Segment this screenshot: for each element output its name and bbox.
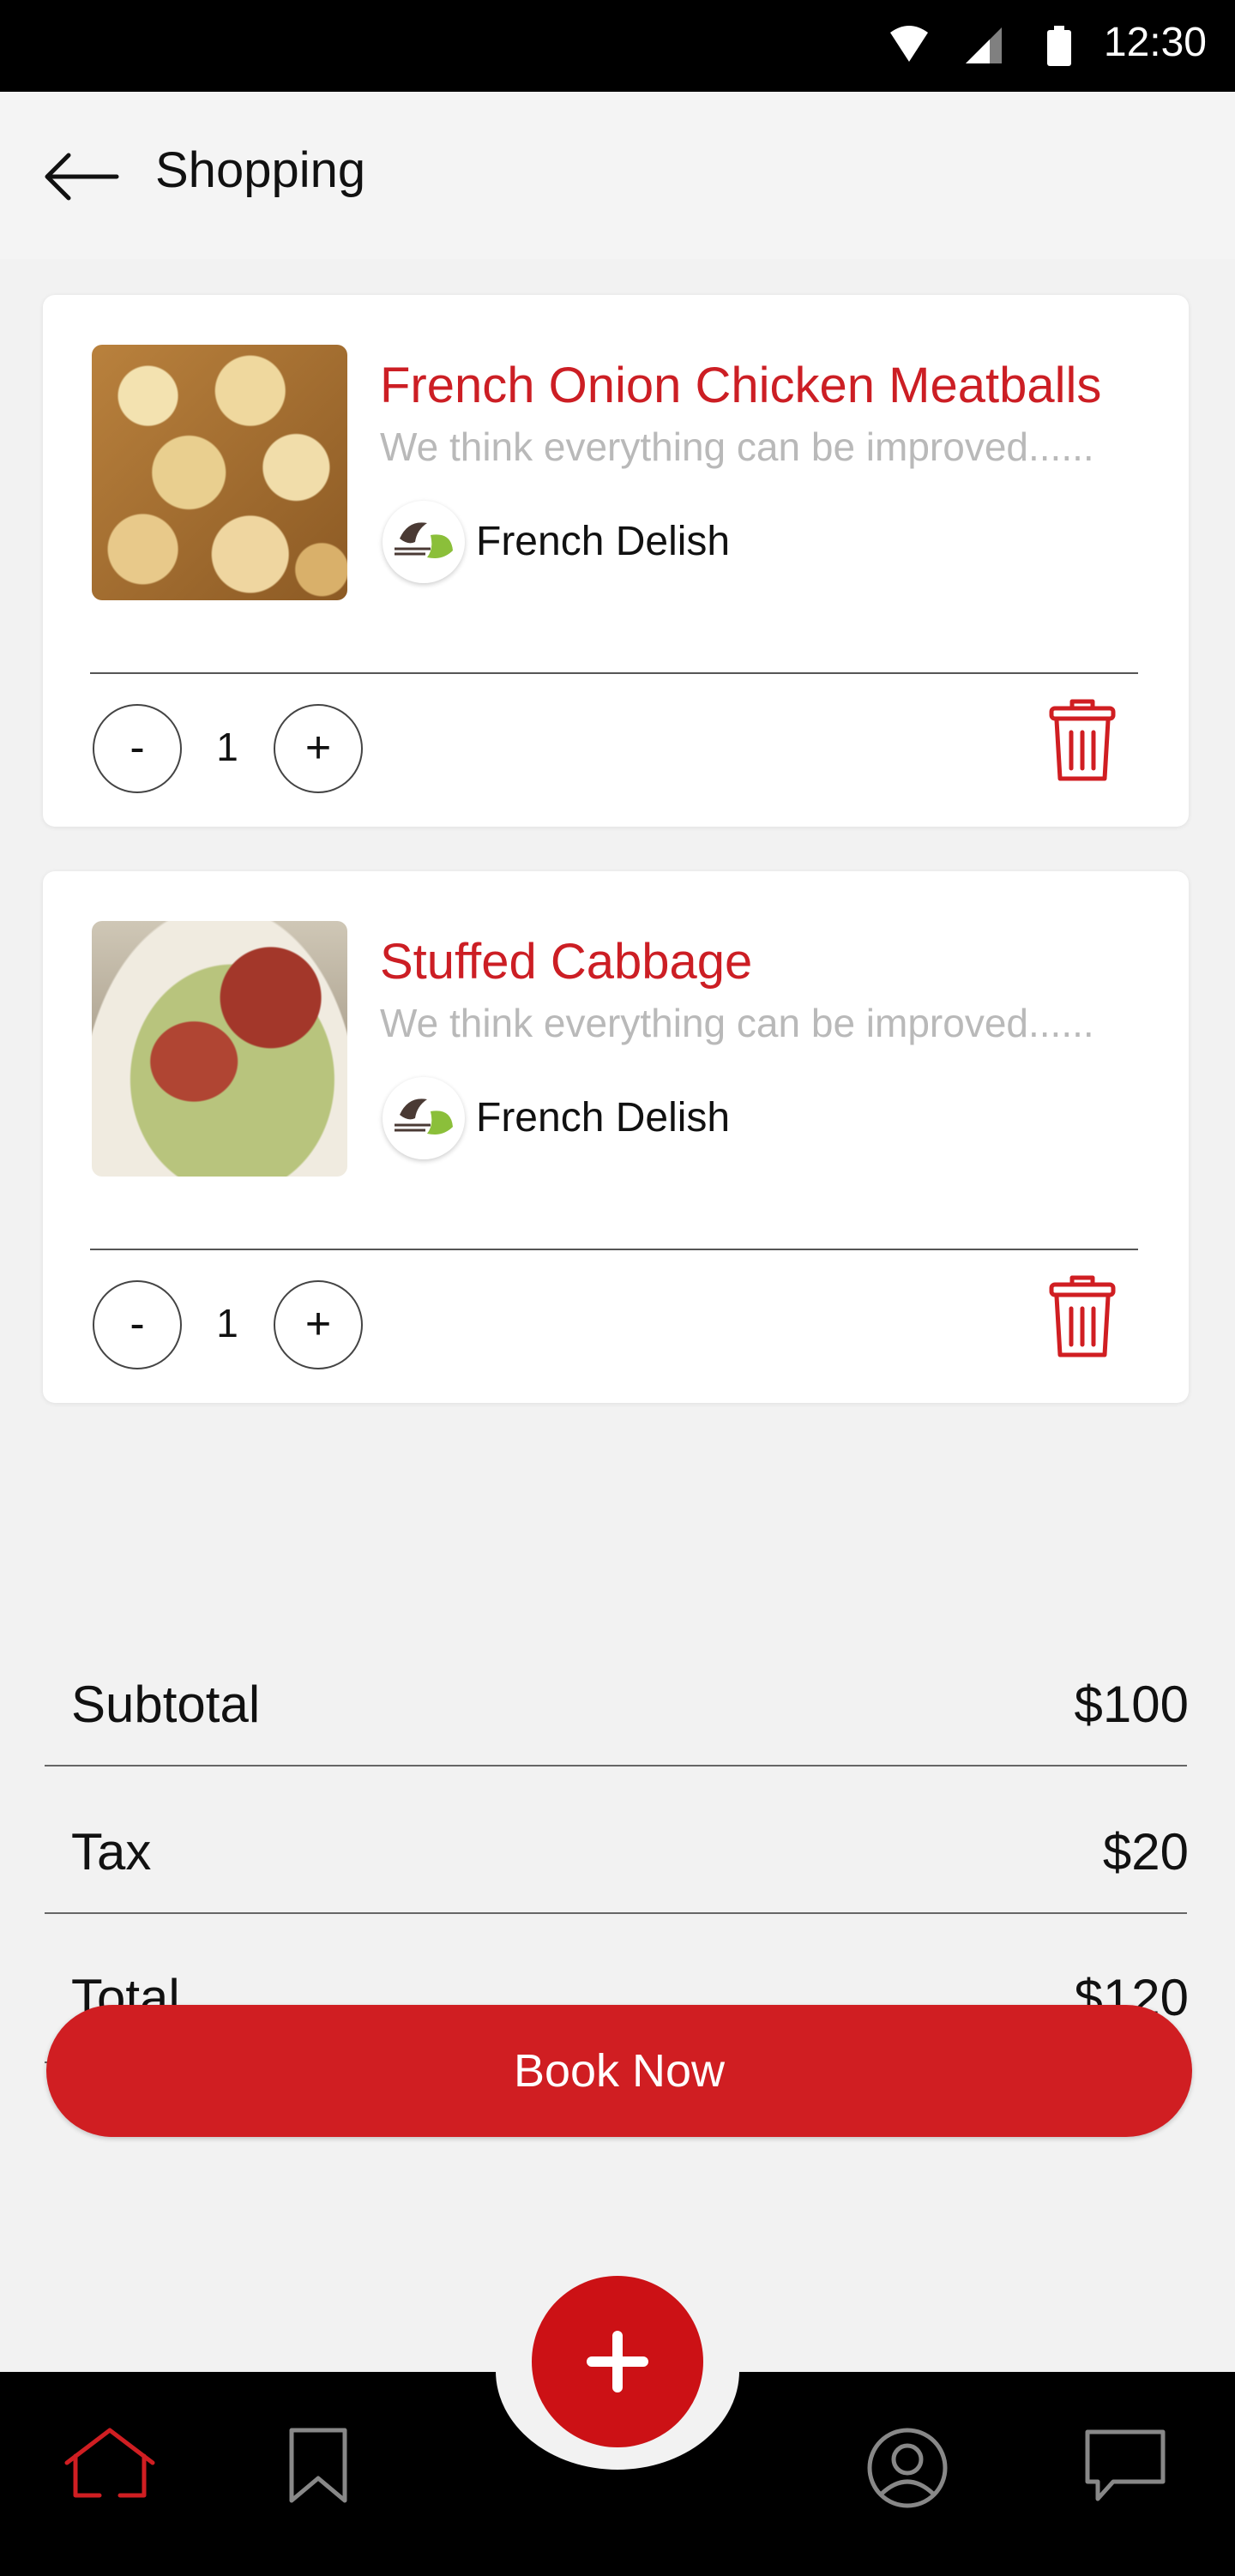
trash-icon[interactable]	[1048, 1274, 1117, 1360]
vendor-name[interactable]: French Delish	[476, 518, 730, 565]
increase-quantity-button[interactable]: +	[274, 1280, 363, 1369]
wifi-icon	[890, 26, 928, 62]
item-description: We think everything can be improved.....…	[380, 1001, 1094, 1045]
bookmark-icon[interactable]	[288, 2427, 348, 2504]
cart-item-card: Stuffed Cabbage We think everything can …	[43, 871, 1189, 1403]
divider	[90, 1249, 1138, 1250]
vendor-logo-icon	[383, 501, 465, 583]
item-description: We think everything can be improved.....…	[380, 424, 1094, 469]
stuffed-cabbage-photo	[92, 921, 347, 1177]
app-header: Shopping	[0, 92, 1235, 259]
chat-icon[interactable]	[1082, 2427, 1168, 2504]
arrow-left-icon[interactable]	[43, 147, 120, 207]
quantity-value: 1	[216, 1301, 238, 1345]
status-bar: 12:30	[0, 0, 1235, 92]
meatballs-photo	[92, 345, 347, 600]
trash-icon[interactable]	[1048, 698, 1117, 784]
page-title: Shopping	[155, 142, 366, 198]
quantity-value: 1	[216, 725, 238, 769]
battery-icon	[1047, 26, 1071, 66]
add-button[interactable]	[532, 2276, 703, 2447]
cart-content: French Onion Chicken Meatballs We think …	[0, 259, 1235, 2372]
status-time: 12:30	[1103, 20, 1207, 65]
profile-icon[interactable]	[866, 2427, 949, 2509]
vendor-name[interactable]: French Delish	[476, 1094, 730, 1141]
item-title[interactable]: French Onion Chicken Meatballs	[380, 357, 1101, 414]
home-icon[interactable]	[62, 2427, 158, 2499]
decrease-quantity-button[interactable]: -	[93, 1280, 182, 1369]
tax-label: Tax	[71, 1823, 152, 1881]
plus-icon	[587, 2331, 648, 2392]
subtotal-value: $100	[1074, 1676, 1189, 1733]
cart-item-card: French Onion Chicken Meatballs We think …	[43, 295, 1189, 827]
increase-quantity-button[interactable]: +	[274, 704, 363, 793]
cellular-signal-icon	[966, 27, 1002, 63]
tax-row: Tax $20	[45, 1768, 1189, 1914]
subtotal-label: Subtotal	[71, 1676, 261, 1733]
item-title[interactable]: Stuffed Cabbage	[380, 933, 752, 990]
subtotal-row: Subtotal $100	[45, 1621, 1189, 1766]
divider	[90, 672, 1138, 674]
tax-value: $20	[1102, 1823, 1189, 1881]
vendor-logo-icon	[383, 1077, 465, 1159]
decrease-quantity-button[interactable]: -	[93, 704, 182, 793]
book-now-button[interactable]: Book Now	[46, 2005, 1192, 2137]
